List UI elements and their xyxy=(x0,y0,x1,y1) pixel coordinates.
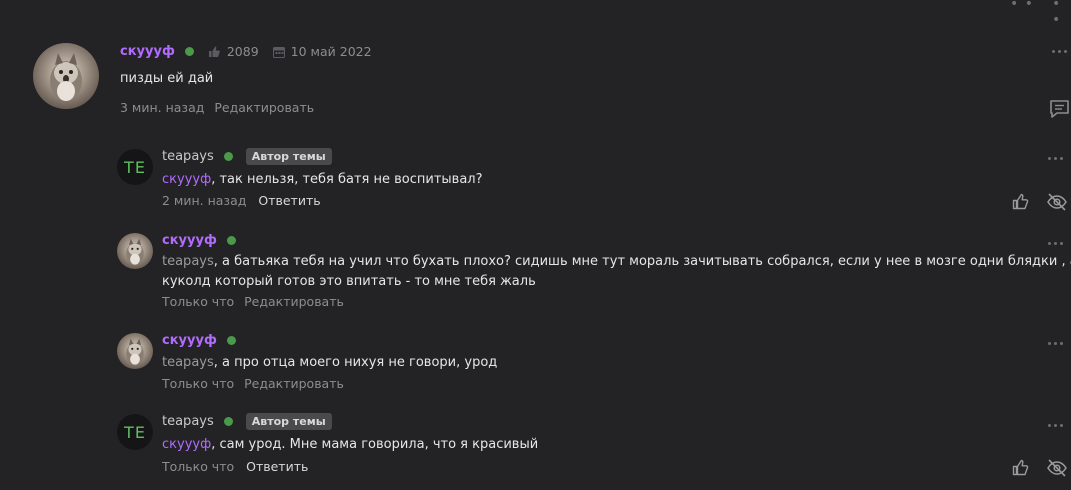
main-comment-header: скуууф 2089 10 май 2022 xyxy=(120,44,372,59)
reply-comment-icon[interactable] xyxy=(1049,99,1071,119)
avatar-initials: TE xyxy=(124,422,146,442)
reply-header: teapays Автор темы xyxy=(162,413,332,430)
like-icon[interactable] xyxy=(1012,459,1030,476)
registration-date: 10 май 2022 xyxy=(272,44,372,59)
comment-meta: 3 мин. назад Редактировать xyxy=(120,100,314,115)
online-status-icon xyxy=(184,47,194,56)
hide-eye-icon[interactable] xyxy=(1046,192,1068,212)
avatar[interactable]: TE xyxy=(117,414,153,450)
reply-header: скуууф xyxy=(162,333,236,348)
reply-time: Только что xyxy=(162,294,235,309)
edit-link[interactable]: Редактировать xyxy=(244,294,344,309)
comment-text: пизды ей дай xyxy=(120,71,214,86)
more-options-icon[interactable] xyxy=(1048,157,1063,160)
reply-body: , так нельзя, тебя батя не воспитывал? xyxy=(211,172,483,187)
reply-meta: Только что Редактировать xyxy=(162,376,344,391)
more-options-icon[interactable] xyxy=(1048,242,1063,245)
username[interactable]: скуууф xyxy=(162,333,217,348)
reply-body: , сам урод. Мне мама говорила, что я кра… xyxy=(211,437,539,452)
reply-button[interactable]: Ответить xyxy=(246,459,308,474)
reply-header: teapays Автор темы xyxy=(162,148,332,165)
username[interactable]: скуууф xyxy=(162,233,217,248)
edit-link[interactable]: Редактировать xyxy=(214,100,314,115)
top-more-dots[interactable]: • • xyxy=(1010,0,1034,12)
thumbs-up-icon xyxy=(208,46,220,57)
reply-time: Только что xyxy=(162,459,235,474)
calendar-icon xyxy=(272,46,285,58)
comments-page: • • • • скуууф 2089 10 май 2022 пизды ей… xyxy=(0,0,1071,490)
reply-text: teapays, а про отца моего нихуя не говор… xyxy=(162,353,497,373)
reply-meta: Только что Редактировать xyxy=(162,294,344,309)
reply-button[interactable]: Ответить xyxy=(258,193,320,208)
likes-value: 2089 xyxy=(226,44,259,59)
comment-time: 3 мин. назад xyxy=(120,100,205,115)
cat-avatar-icon xyxy=(126,238,144,265)
username[interactable]: скуууф xyxy=(120,44,175,59)
date-value: 10 май 2022 xyxy=(290,44,372,59)
like-icon[interactable] xyxy=(1012,193,1030,210)
online-status-icon xyxy=(226,236,236,245)
cat-avatar-icon xyxy=(50,53,82,101)
avatar[interactable] xyxy=(117,233,153,269)
reply-time: 2 мин. назад xyxy=(162,193,247,208)
mention-link[interactable]: teapays xyxy=(162,355,214,370)
username[interactable]: teapays xyxy=(162,414,214,429)
mention-link[interactable]: скуууф xyxy=(162,437,211,452)
online-status-icon xyxy=(223,417,233,426)
reply-body-line2: куколд который готов это впитать - то мн… xyxy=(162,274,536,289)
reply-time: Только что xyxy=(162,376,235,391)
mention-link[interactable]: teapays xyxy=(162,254,214,269)
reply-text: скуууф, так нельзя, тебя батя не воспиты… xyxy=(162,170,483,190)
reply-text: teapays, а батьяка тебя на учил что буха… xyxy=(162,252,1071,272)
reply-meta: Только что Ответить xyxy=(162,459,308,474)
author-badge: Автор темы xyxy=(245,148,332,165)
avatar[interactable] xyxy=(117,333,153,369)
reply-body: , а про отца моего нихуя не говори, урод xyxy=(213,355,498,370)
username[interactable]: teapays xyxy=(162,149,214,164)
online-status-icon xyxy=(223,152,233,161)
avatar-initials: TE xyxy=(124,157,146,177)
more-options-icon[interactable] xyxy=(1048,424,1063,427)
reply-header: скуууф xyxy=(162,233,236,248)
reply-text: скуууф, сам урод. Мне мама говорила, что… xyxy=(162,435,538,455)
avatar[interactable] xyxy=(33,43,99,109)
mention-link[interactable]: скуууф xyxy=(162,172,211,187)
author-badge: Автор темы xyxy=(245,413,332,430)
cat-avatar-icon xyxy=(126,338,144,365)
avatar[interactable]: TE xyxy=(117,149,153,185)
reply-meta: 2 мин. назад Ответить xyxy=(162,193,321,208)
likes-count: 2089 xyxy=(208,44,259,59)
online-status-icon xyxy=(226,336,236,345)
reply-body-line1: , а батьяка тебя на учил что бухать плох… xyxy=(213,254,1071,269)
edit-link[interactable]: Редактировать xyxy=(244,376,344,391)
hide-eye-icon[interactable] xyxy=(1046,458,1068,478)
more-options-icon[interactable] xyxy=(1048,342,1063,345)
more-options-icon[interactable] xyxy=(1052,50,1067,53)
top-more-dots-right[interactable]: • • xyxy=(1052,0,1071,28)
